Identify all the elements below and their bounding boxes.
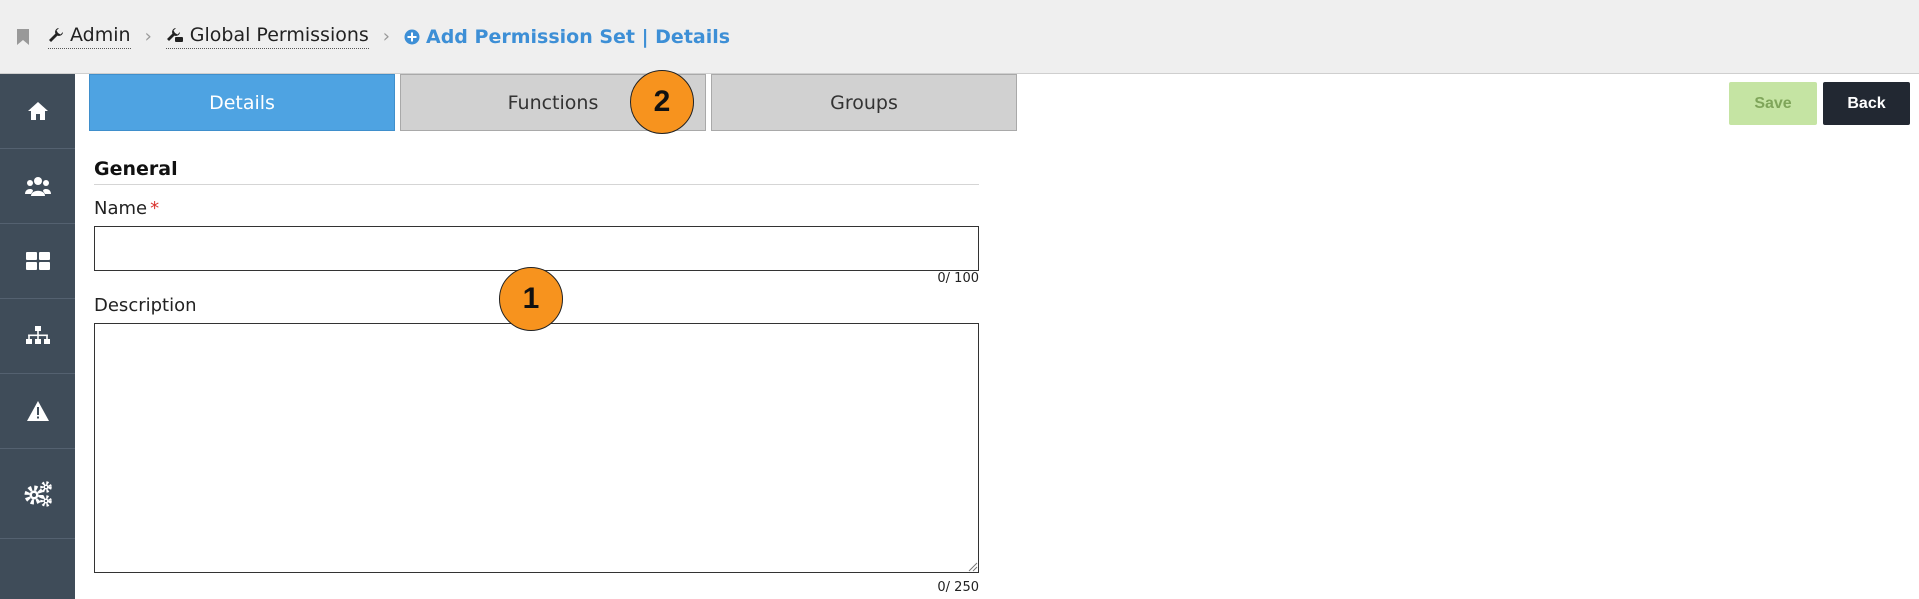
sidebar-item-hierarchy[interactable] [0, 299, 75, 374]
sidebar-item-users[interactable] [0, 149, 75, 224]
gears-icon [24, 480, 52, 507]
name-label: Name * [94, 198, 159, 219]
breadcrumb-current: Add Permission Set | Details [404, 26, 730, 48]
description-field[interactable] [94, 323, 979, 573]
warning-icon [26, 401, 49, 421]
sidebar [0, 74, 75, 599]
sidebar-item-settings[interactable] [0, 449, 75, 539]
breadcrumb-separator: › [382, 26, 390, 47]
hierarchy-icon [25, 326, 50, 344]
breadcrumb-admin-label: Admin [70, 24, 131, 46]
callout-marker-2: 2 [630, 70, 694, 134]
resize-handle-icon[interactable] [968, 562, 978, 572]
callout-marker-1: 1 [499, 267, 563, 331]
wrench-icon [49, 28, 63, 42]
tab-groups[interactable]: Groups [711, 74, 1017, 131]
tab-functions-label: Functions [507, 91, 599, 114]
section-divider [94, 184, 979, 185]
users-icon [24, 177, 51, 196]
tab-groups-label: Groups [830, 91, 898, 114]
breadcrumb-separator: › [144, 26, 152, 47]
name-label-text: Name [94, 198, 148, 219]
sidebar-item-home[interactable] [0, 74, 75, 149]
section-title-general: General [94, 158, 178, 180]
description-char-counter: 0/ 250 [937, 580, 979, 595]
name-char-counter: 0/ 100 [937, 271, 979, 286]
breadcrumb-current-label: Add Permission Set | Details [426, 25, 731, 48]
name-field[interactable] [94, 226, 979, 271]
plus-circle-icon [404, 29, 420, 44]
bookmark-icon[interactable] [16, 28, 30, 46]
breadcrumb: Admin › Global Permissions › Add Permiss… [48, 24, 730, 49]
dashboard-icon [25, 252, 50, 270]
wrench-hand-icon [166, 28, 183, 42]
breadcrumb-admin[interactable]: Admin [48, 24, 131, 49]
tab-details[interactable]: Details [89, 74, 395, 131]
sidebar-item-alerts[interactable] [0, 374, 75, 449]
sidebar-item-dashboard[interactable] [0, 224, 75, 299]
home-icon [27, 102, 48, 120]
tab-details-label: Details [209, 91, 275, 114]
description-label: Description [94, 295, 197, 316]
save-button[interactable]: Save [1729, 82, 1817, 125]
breadcrumb-bar: Admin › Global Permissions › Add Permiss… [0, 0, 1919, 74]
breadcrumb-global-permissions[interactable]: Global Permissions [165, 24, 369, 49]
back-button[interactable]: Back [1823, 82, 1910, 125]
required-marker: * [150, 198, 160, 219]
breadcrumb-global-permissions-label: Global Permissions [189, 24, 369, 46]
